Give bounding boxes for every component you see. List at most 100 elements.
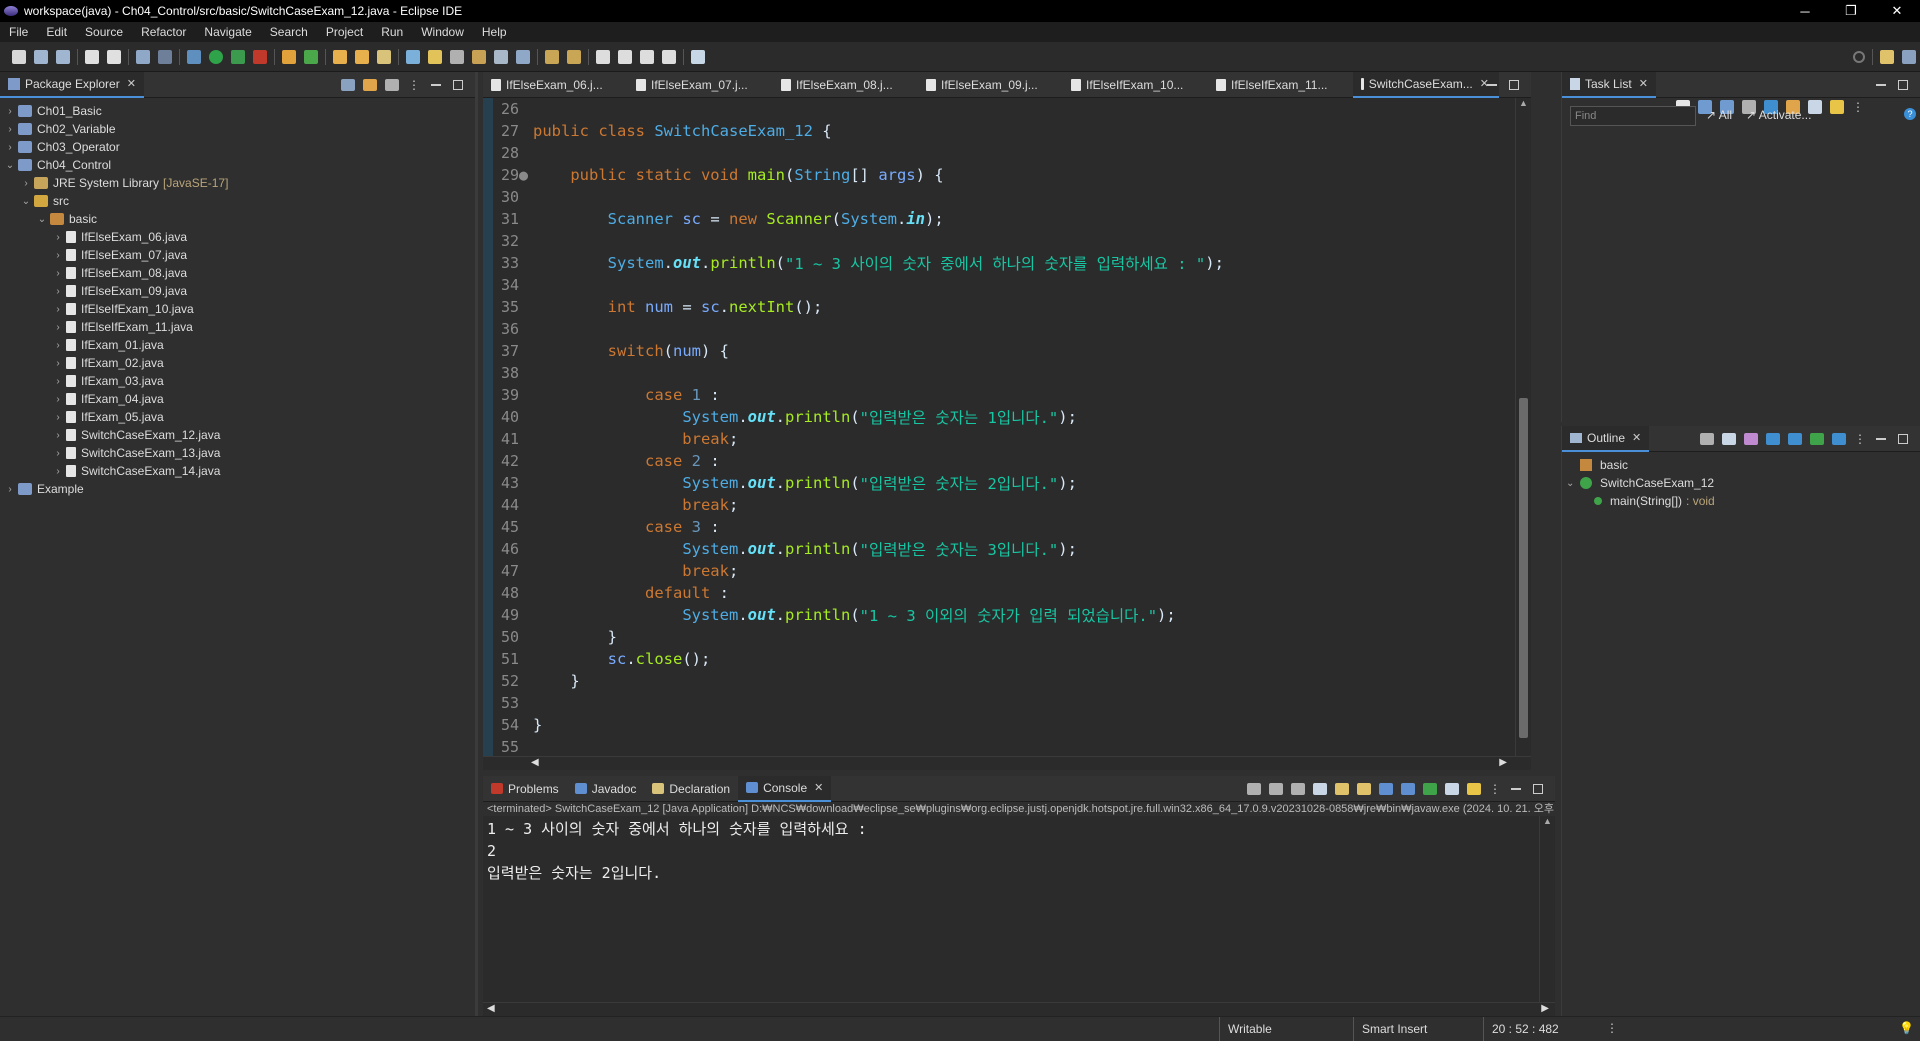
open-type-icon[interactable]	[333, 49, 347, 64]
menu-window[interactable]: Window	[412, 25, 473, 39]
tree-item[interactable]: ⌄ Ch04_Control	[0, 156, 475, 174]
highlight-icon[interactable]	[428, 49, 442, 64]
back-icon[interactable]	[618, 49, 632, 64]
maximize-icon[interactable]	[1898, 80, 1908, 90]
chevron-right-icon[interactable]: ›	[52, 250, 64, 261]
chevron-right-icon[interactable]: ›	[4, 484, 16, 495]
terminal-icon[interactable]	[136, 49, 150, 64]
tree-item[interactable]: › IfElseIfExam_11.java	[0, 318, 475, 336]
scroll-up-icon[interactable]: ▲	[1540, 816, 1555, 830]
tab-task-list[interactable]: Task List ✕	[1562, 71, 1656, 98]
redo-icon[interactable]	[107, 49, 121, 64]
last-edit-icon[interactable]	[596, 49, 610, 64]
status-insert-mode[interactable]: Smart Insert	[1353, 1017, 1483, 1041]
external-tools-icon[interactable]	[253, 49, 267, 64]
tree-item[interactable]: ⌄ src	[0, 192, 475, 210]
scroll-left-icon[interactable]: ◀	[487, 1003, 495, 1014]
console-output[interactable]: 1 ~ 3 사이의 숫자 중에서 하나의 숫자를 입력하세요 : 2 입력받은 숫자…	[483, 816, 1539, 1002]
menu-project[interactable]: Project	[317, 25, 372, 39]
console-horizontal-scrollbar[interactable]: ◀ ▶	[483, 1002, 1555, 1016]
editor-tab[interactable]: IfElseExam_07.j...	[628, 72, 773, 98]
chevron-right-icon[interactable]: ›	[52, 466, 64, 477]
pin-editor-icon[interactable]	[662, 49, 676, 64]
terminate-icon[interactable]	[1247, 783, 1261, 795]
chevron-down-icon[interactable]: ⌄	[4, 160, 16, 171]
tree-item[interactable]: › IfExam_01.java	[0, 336, 475, 354]
tree-item[interactable]: › IfElseIfExam_10.java	[0, 300, 475, 318]
editor-tab[interactable]: IfElseExam_08.j...	[773, 72, 918, 98]
menu-source[interactable]: Source	[76, 25, 132, 39]
remove-all-icon[interactable]	[1291, 783, 1305, 795]
view-menu-icon[interactable]: ⋮	[1489, 782, 1501, 796]
menu-navigate[interactable]: Navigate	[195, 25, 260, 39]
collapse-all-icon[interactable]	[1722, 433, 1736, 445]
editor-horizontal-scrollbar[interactable]: ◀ ▶	[483, 756, 1531, 770]
perspective-debug-icon[interactable]	[1902, 49, 1916, 64]
tab-declaration[interactable]: Declaration	[644, 776, 738, 802]
menu-edit[interactable]: Edit	[37, 25, 76, 39]
chevron-right-icon[interactable]: ›	[4, 124, 16, 135]
minimize-icon[interactable]	[1511, 788, 1521, 790]
editor-tab[interactable]: IfElseIfExam_10...	[1063, 72, 1208, 98]
chevron-right-icon[interactable]: ›	[52, 268, 64, 279]
view-menu-icon[interactable]: ⋮	[408, 78, 420, 92]
restore-button[interactable]: ❐	[1828, 3, 1874, 19]
tree-item[interactable]: › SwitchCaseExam_13.java	[0, 444, 475, 462]
show-whitespace-icon[interactable]	[494, 49, 508, 64]
status-menu-icon[interactable]: ⋮	[1606, 1021, 1618, 1035]
save-all-icon[interactable]	[56, 49, 70, 64]
outline-package[interactable]: basic	[1580, 456, 1920, 474]
tree-item[interactable]: › IfExam_02.java	[0, 354, 475, 372]
tree-item[interactable]: › Example	[0, 480, 475, 498]
link-with-editor-icon[interactable]	[363, 79, 377, 91]
coverage-icon[interactable]	[231, 49, 245, 64]
chevron-right-icon[interactable]: ›	[4, 142, 16, 153]
chevron-right-icon[interactable]: ›	[52, 304, 64, 315]
show-stderr-icon[interactable]	[1401, 783, 1415, 795]
maximize-icon[interactable]	[1509, 80, 1519, 90]
chevron-down-icon[interactable]: ⌄	[20, 196, 32, 207]
chevron-right-icon[interactable]: ›	[52, 394, 64, 405]
minimize-button[interactable]: ─	[1782, 4, 1828, 19]
scroll-left-icon[interactable]: ◀	[531, 757, 539, 768]
menu-file[interactable]: File	[0, 25, 37, 39]
search-icon-tb[interactable]	[377, 49, 391, 64]
outline-method[interactable]: main(String[]) : void	[1594, 492, 1920, 510]
task-activate[interactable]: ↗ Activate...	[1746, 108, 1811, 122]
tree-item[interactable]: ⌄ basic	[0, 210, 475, 228]
minimize-icon[interactable]	[1876, 84, 1886, 86]
tree-item[interactable]: › IfElseExam_06.java	[0, 228, 475, 246]
display-console-icon[interactable]	[1445, 783, 1459, 795]
all-link[interactable]: All	[1719, 108, 1732, 122]
hide-local-types-icon[interactable]	[1832, 433, 1846, 445]
editor-vertical-scrollbar[interactable]: ▲	[1515, 98, 1531, 756]
tree-item[interactable]: › IfExam_03.java	[0, 372, 475, 390]
menu-search[interactable]: Search	[261, 25, 317, 39]
chevron-right-icon[interactable]: ›	[52, 286, 64, 297]
task-filter-all[interactable]: ↗ All	[1706, 108, 1732, 122]
tree-item[interactable]: › IfElseExam_08.java	[0, 264, 475, 282]
chevron-right-icon[interactable]: ›	[4, 106, 16, 117]
clear-console-icon[interactable]	[1313, 783, 1327, 795]
filter-icon[interactable]	[385, 79, 399, 91]
chevron-right-icon[interactable]: ›	[52, 448, 64, 459]
chevron-right-icon[interactable]: ›	[20, 178, 32, 189]
run-icon[interactable]	[209, 49, 223, 64]
save-icon[interactable]	[34, 49, 48, 64]
undo-icon[interactable]	[85, 49, 99, 64]
close-icon[interactable]: ✕	[1632, 431, 1641, 444]
close-icon[interactable]: ✕	[814, 781, 823, 794]
toggle-mark-occurrences-icon[interactable]	[406, 49, 420, 64]
minimize-icon[interactable]	[1876, 438, 1886, 440]
chevron-right-icon[interactable]: ›	[52, 322, 64, 333]
menu-run[interactable]: Run	[372, 25, 412, 39]
scroll-right-icon[interactable]: ▶	[1499, 757, 1507, 768]
tab-problems[interactable]: Problems	[483, 776, 567, 802]
editor-tab[interactable]: SwitchCaseExam... ✕	[1353, 71, 1499, 98]
scrollbar-thumb[interactable]	[1519, 398, 1528, 738]
task-find-input[interactable]: Find	[1570, 106, 1696, 126]
skip-breakpoints-icon[interactable]	[158, 49, 172, 64]
outline-class[interactable]: ⌄ SwitchCaseExam_12	[1566, 474, 1920, 492]
maximize-icon[interactable]	[453, 80, 463, 90]
tree-item[interactable]: › IfElseExam_07.java	[0, 246, 475, 264]
